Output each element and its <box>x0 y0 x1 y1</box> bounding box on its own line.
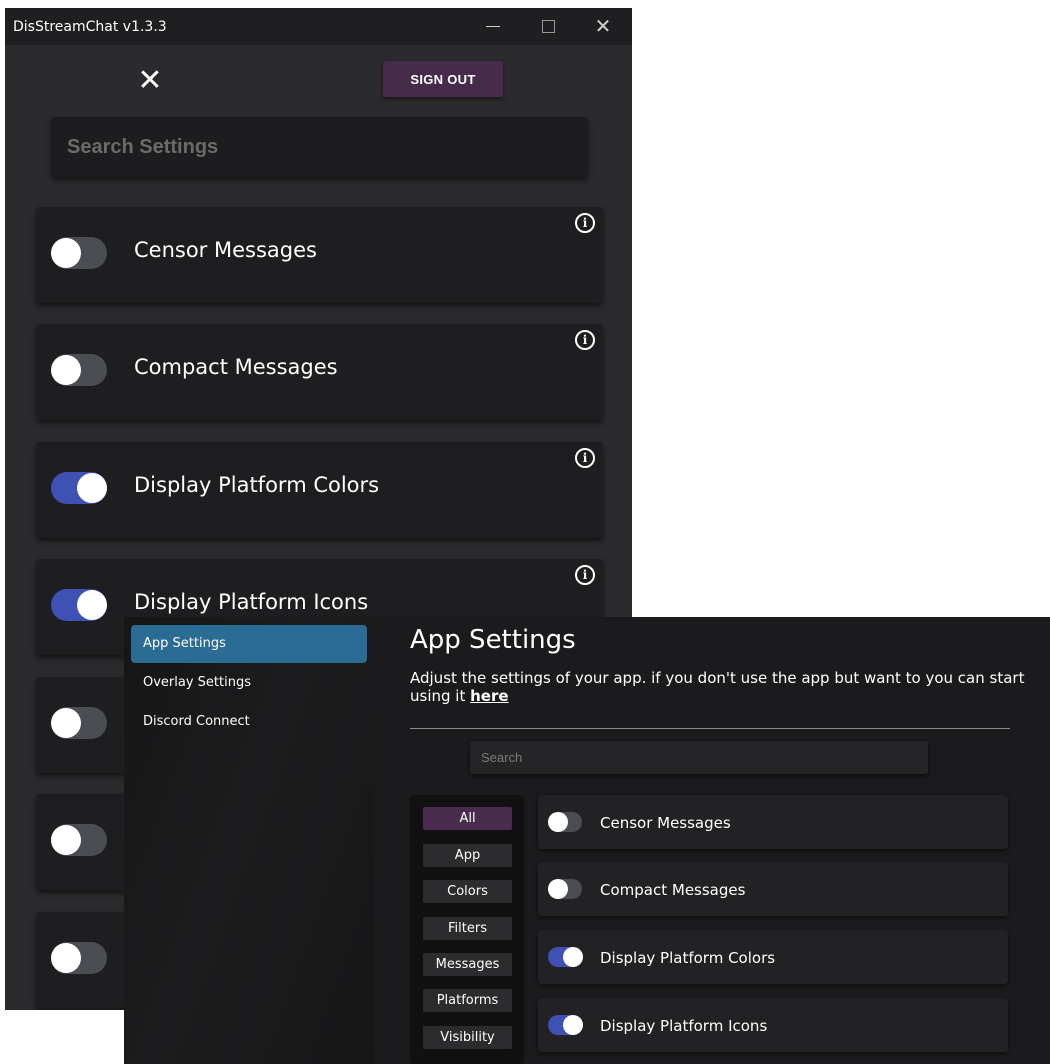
category-filters-button[interactable]: Filters <box>423 917 512 940</box>
web-setting-display-platform-icons: Display Platform Icons <box>538 998 1008 1052</box>
category-colors-button[interactable]: Colors <box>423 880 512 903</box>
setting-label: Display Platform Colors <box>600 949 776 967</box>
title-bar: DisStreamChat v1.3.3 ✕ <box>5 8 632 45</box>
toggle-switch[interactable] <box>51 824 107 856</box>
info-icon[interactable]: i <box>575 565 595 585</box>
setting-label: Compact Messages <box>600 881 746 899</box>
category-platforms-button[interactable]: Platforms <box>423 989 512 1012</box>
setting-label: Display Platform Icons <box>600 1017 768 1035</box>
category-filter-panel: All App Colors Filters Messages Platform… <box>410 795 524 1064</box>
settings-search <box>51 117 588 177</box>
toggle-switch[interactable] <box>548 1015 583 1035</box>
category-app-button[interactable]: App <box>423 844 512 867</box>
window-title: DisStreamChat v1.3.3 <box>13 18 167 35</box>
info-icon[interactable]: i <box>575 448 595 468</box>
toggle-switch[interactable] <box>51 589 107 621</box>
toggle-switch[interactable] <box>548 947 583 967</box>
maximize-button[interactable] <box>525 8 571 45</box>
sidebar-item-discord-connect[interactable]: Discord Connect <box>131 703 367 741</box>
sidebar-item-overlay-settings[interactable]: Overlay Settings <box>131 664 367 702</box>
toggle-switch[interactable] <box>51 354 107 386</box>
setting-label: Censor Messages <box>134 238 317 262</box>
dashboard-main: App Settings Adjust the settings of your… <box>374 617 1050 1064</box>
here-link[interactable]: here <box>470 687 508 705</box>
toggle-switch[interactable] <box>51 237 107 269</box>
category-visibility-button[interactable]: Visibility <box>423 1026 512 1049</box>
setting-label: Censor Messages <box>600 814 731 832</box>
page-description: Adjust the settings of your app. if you … <box>410 669 1030 705</box>
search-input[interactable] <box>479 749 928 766</box>
toggle-switch[interactable] <box>548 812 582 832</box>
setting-label: Display Platform Icons <box>134 590 369 614</box>
maximize-icon <box>541 20 555 33</box>
page-title: App Settings <box>410 625 576 655</box>
toggle-switch[interactable] <box>548 879 582 899</box>
toggle-switch[interactable] <box>51 942 107 974</box>
sidebar-item-app-settings[interactable]: App Settings <box>131 625 367 663</box>
web-dashboard: App Settings Overlay Settings Discord Co… <box>124 617 1050 1064</box>
info-icon[interactable]: i <box>575 330 595 350</box>
category-messages-button[interactable]: Messages <box>423 953 512 976</box>
web-setting-censor-messages: Censor Messages <box>538 795 1008 849</box>
divider <box>410 728 1010 729</box>
setting-card-compact-messages: Compact Messages i <box>36 324 603 420</box>
setting-card-display-platform-colors: Display Platform Colors i <box>36 442 603 538</box>
minimize-button[interactable] <box>470 8 516 45</box>
setting-label: Compact Messages <box>134 355 338 379</box>
search-settings-input[interactable] <box>65 134 588 160</box>
setting-label: Display Platform Colors <box>134 473 380 497</box>
window-close-icon: ✕ <box>594 15 612 38</box>
dashboard-sidebar: App Settings Overlay Settings Discord Co… <box>124 617 374 1064</box>
toggle-switch[interactable] <box>51 472 107 504</box>
sign-out-button[interactable]: SIGN OUT <box>383 61 503 97</box>
web-setting-display-platform-colors: Display Platform Colors <box>538 930 1008 984</box>
minimize-icon <box>486 26 500 27</box>
setting-card-censor-messages: Censor Messages i <box>36 207 603 303</box>
close-icon[interactable]: ✕ <box>135 66 165 96</box>
info-icon[interactable]: i <box>575 213 595 233</box>
toggle-switch[interactable] <box>51 707 107 739</box>
window-close-button[interactable]: ✕ <box>580 8 626 45</box>
dashboard-search <box>470 741 928 774</box>
web-setting-compact-messages: Compact Messages <box>538 862 1008 916</box>
category-all-button[interactable]: All <box>423 807 512 830</box>
